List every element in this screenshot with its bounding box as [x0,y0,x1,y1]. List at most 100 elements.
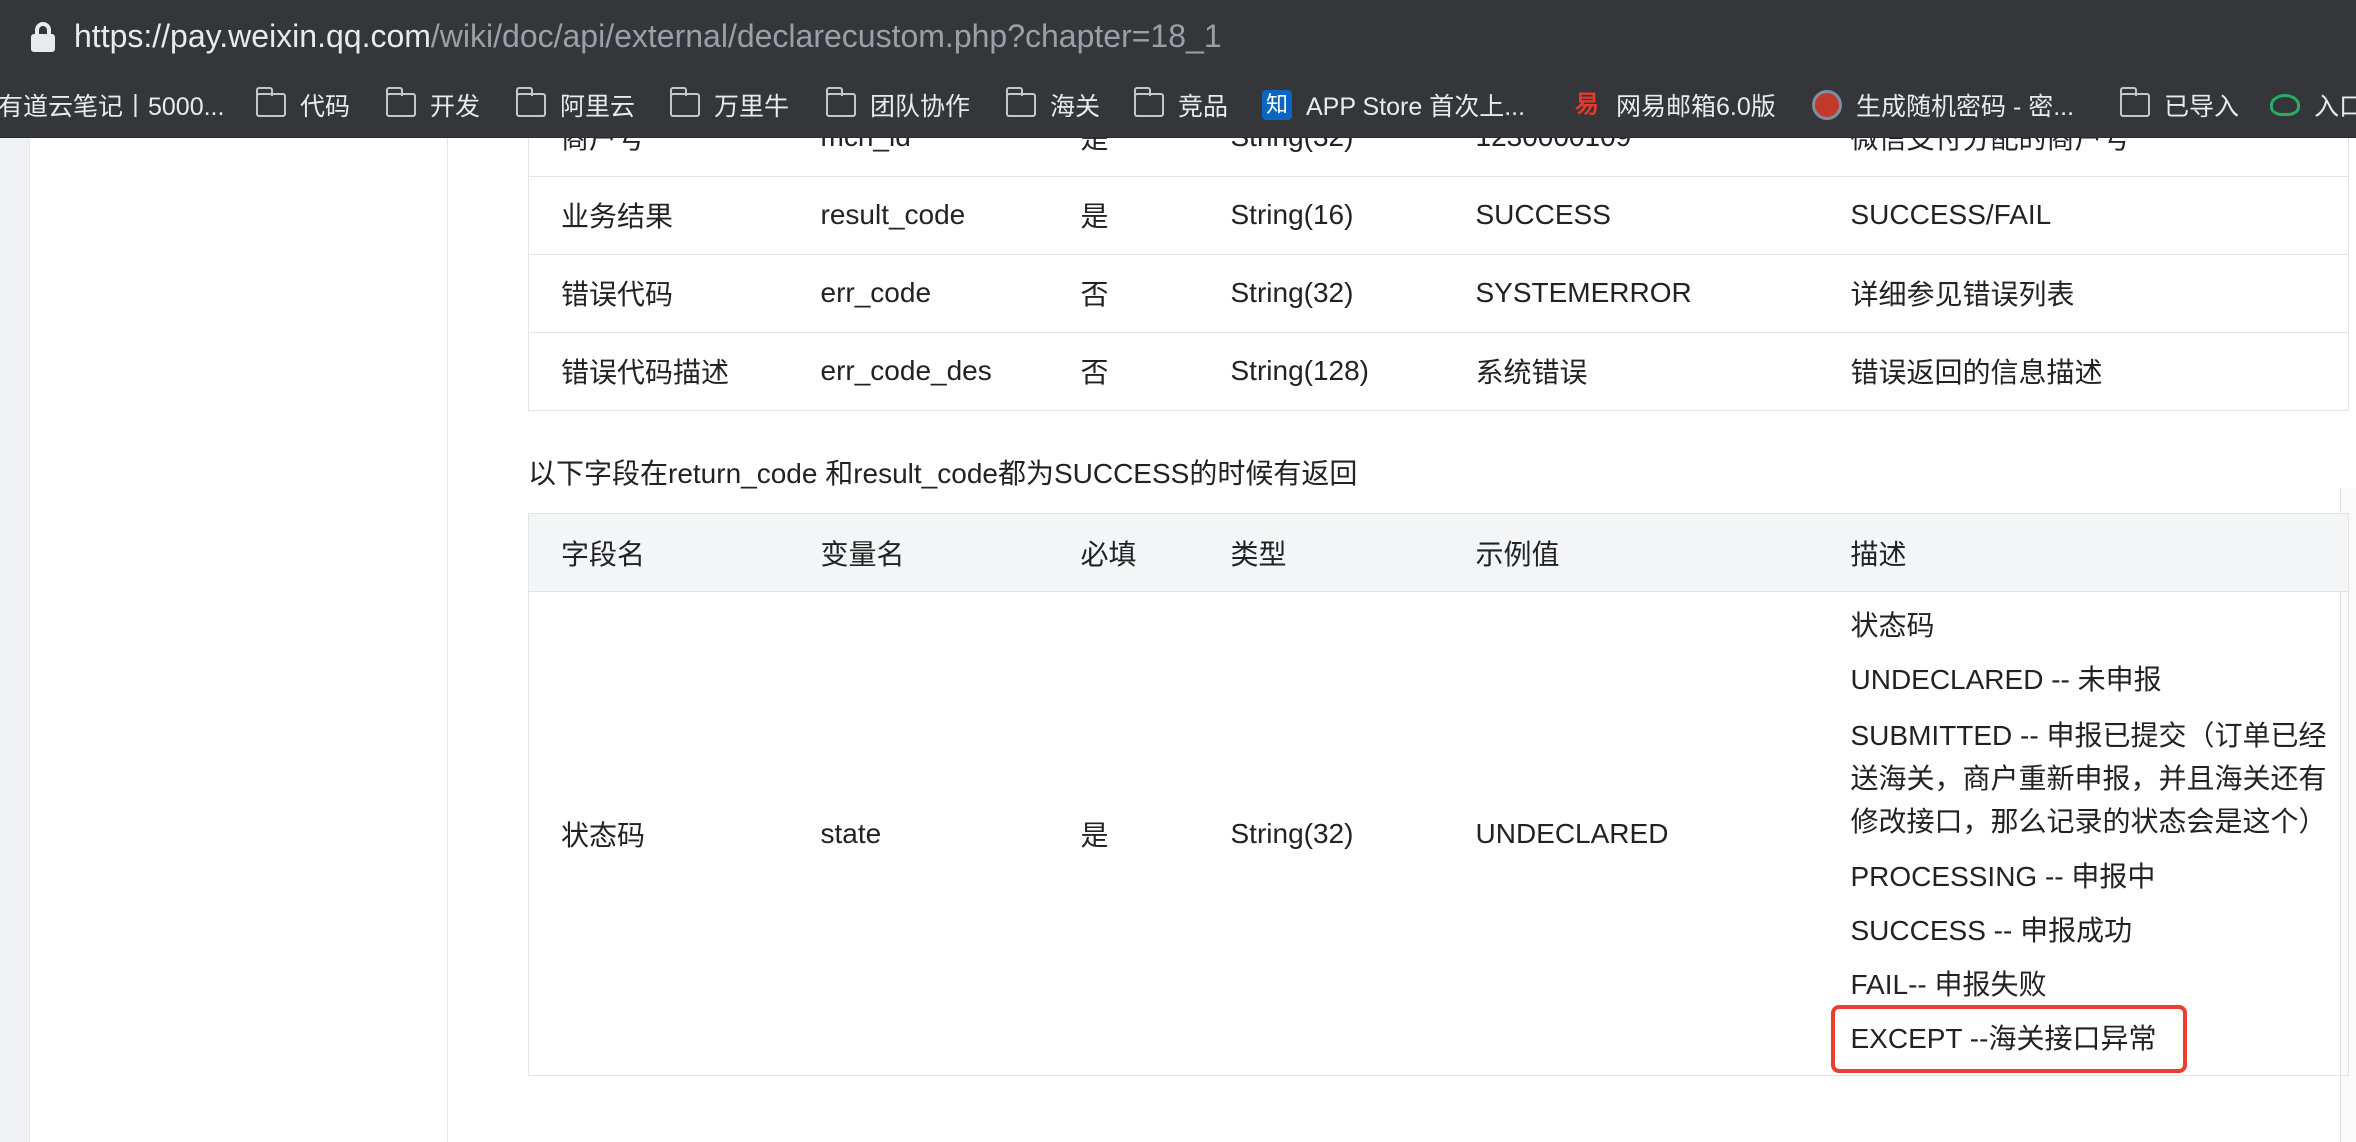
description-cell: 状态码 UNDECLARED -- 未申报 SUBMITTED -- 申报已提交… [1818,591,2349,1076]
required-cell: 是 [1048,591,1199,1076]
header-required: 必填 [1048,513,1199,592]
bookmark-folder-aliyun[interactable]: 阿里云 [515,72,636,137]
bookmark-label: APP Store 首次上... [1306,93,1526,121]
bookmark-entry[interactable]: 入口 [2270,72,2356,137]
bookmark-folder-code[interactable]: 代码 [255,72,351,137]
header-description: 描述 [1818,513,2349,592]
url-path: /wiki/doc/api/external/declarecustom.php… [430,18,1222,54]
table-row: 状态码 state 是 String(32) UNDECLARED 状态码 UN… [528,591,2349,1076]
bookmark-label: 生成随机密码 - 密... [1856,93,2075,121]
variable-cell: err_code_des [788,331,1049,411]
bookmark-label: 代码 [300,93,351,121]
url-host: https://pay.weixin.qq.com [74,18,431,54]
example-cell: SYSTEMERROR [1443,253,1819,332]
bookmark-label: 团队协作 [870,93,971,121]
table-row: 商户号 mch_id 是 String(32) 1230000109 微信支付分… [528,138,2349,176]
bookmark-folder-competitors[interactable]: 竞品 [1133,72,1229,137]
state-processing: PROCESSING -- 申报中 [1850,861,2156,892]
folder-icon [825,87,856,117]
bookmark-folder-imported[interactable]: 已导入 [2119,72,2240,137]
description-cell[interactable]: 详细参见错误列表 [1818,253,2349,332]
type-cell: String(128) [1198,331,1444,411]
bookmark-label: 网易邮箱6.0版 [1616,93,1776,121]
address-bar[interactable]: https://pay.weixin.qq.com/wiki/doc/api/e… [0,0,2356,72]
bookmark-label: 万里牛 [714,93,790,121]
password-icon [1812,90,1842,120]
example-cell: 1230000109 [1444,138,1819,176]
header-example: 示例值 [1443,513,1819,592]
variable-cell: mch_id [789,138,1049,176]
required-cell: 否 [1048,253,1199,332]
folder-icon [1005,87,1036,117]
bookmark-label: 入口 [2314,93,2356,121]
lock-icon[interactable] [30,22,56,52]
required-cell: 是 [1080,138,1109,154]
table-header-row: 字段名 变量名 必填 类型 示例值 描述 [528,513,2349,592]
bookmark-label: 海关 [1050,93,1101,121]
section-note: 以下字段在return_code 和result_code都为SUCCESS的时… [528,458,1358,489]
netease-icon: 易 [1575,91,1599,118]
description-cell: 微信支付分配的商户号 [1818,138,2349,176]
type-cell: String(32) [1199,138,1444,176]
bookmark-label: 开发 [430,93,481,121]
bookmark-label: 有道云笔记丨5000... [0,93,225,121]
state-success: SUCCESS -- 申报成功 [1850,915,2133,946]
header-variable: 变量名 [788,513,1049,592]
left-gutter [0,138,30,1142]
bookmark-youdao[interactable]: 有道云笔记丨5000... [0,72,225,137]
header-field-name: 字段名 [528,513,789,592]
bookmark-label: 已导入 [2164,93,2240,121]
field-name-cell: 业务结果 [528,175,789,254]
type-cell: String(32) [1198,591,1444,1076]
return-params-table: 商户号 mch_id 是 String(32) 1230000109 微信支付分… [528,138,2349,411]
folder-icon [515,87,546,117]
folder-icon [385,87,416,117]
table-row: 错误代码 err_code 否 String(32) SYSTEMERROR 详… [528,253,2349,332]
folder-icon [2119,87,2150,117]
example-cell: SUCCESS [1443,175,1819,254]
bookmark-label: 阿里云 [560,93,636,121]
state-except-wrapper: EXCEPT --海关接口异常 [1830,1005,2329,1073]
header-type: 类型 [1198,513,1444,592]
bookmarks-bar: 有道云笔记丨5000... 代码 开发 阿里云 万里牛 团队协作 海关 竞品 知… [0,72,2356,138]
variable-cell: state [788,591,1049,1076]
type-cell: String(32) [1198,253,1444,332]
state-description-title: 状态码 [1850,610,1935,641]
bookmark-folder-team[interactable]: 团队协作 [825,72,971,137]
bookmark-folder-dev[interactable]: 开发 [385,72,481,137]
description-cell: 错误返回的信息描述 [1818,331,2349,411]
field-name-cell: 商户号 [528,138,789,176]
example-cell: UNDECLARED [1443,591,1819,1076]
success-fields-table: 字段名 变量名 必填 类型 示例值 描述 状态码 state 是 String(… [528,513,2349,1076]
page-content: 商户号 mch_id 是 String(32) 1230000109 微信支付分… [0,138,2356,1142]
state-undeclared: UNDECLARED -- 未申报 [1850,664,2162,695]
bookmark-password-generator[interactable]: 生成随机密码 - 密... [1812,72,2075,137]
bookmark-folder-wanliniu[interactable]: 万里牛 [669,72,790,137]
state-submitted: SUBMITTED -- 申报已提交（订单已经送海关，商户重新申报，并且海关还有… [1850,720,2327,837]
table-row: 错误代码描述 err_code_des 否 String(128) 系统错误 错… [528,331,2349,411]
bookmark-netease-mail[interactable]: 易网易邮箱6.0版 [1572,72,1776,137]
bookmark-app-store[interactable]: 知 APP Store 首次上... [1262,72,1526,137]
field-name-cell: 错误代码 [528,253,789,332]
folder-icon [1133,87,1164,117]
variable-cell: result_code [788,175,1049,254]
field-name-cell: 状态码 [528,591,789,1076]
table-row: 业务结果 result_code 是 String(16) SUCCESS SU… [528,175,2349,254]
folder-icon [669,87,700,117]
description-cell: SUCCESS/FAIL [1818,175,2349,254]
sidebar [30,138,448,1142]
import-icon [2270,94,2300,116]
bookmark-label: 竞品 [1178,93,1229,121]
zhihu-icon: 知 [1262,90,1292,120]
variable-cell: err_code [788,253,1049,332]
field-name-cell: 错误代码描述 [528,331,789,411]
bookmark-folder-customs[interactable]: 海关 [1005,72,1101,137]
url-text[interactable]: https://pay.weixin.qq.com/wiki/doc/api/e… [74,14,1222,58]
state-fail: FAIL-- 申报失败 [1850,969,2047,1000]
type-cell: String(16) [1198,175,1444,254]
highlight-box [1830,1005,2187,1073]
required-cell: 是 [1048,175,1199,254]
required-cell: 否 [1048,331,1199,411]
example-cell: 系统错误 [1443,331,1819,411]
folder-icon [255,87,286,117]
